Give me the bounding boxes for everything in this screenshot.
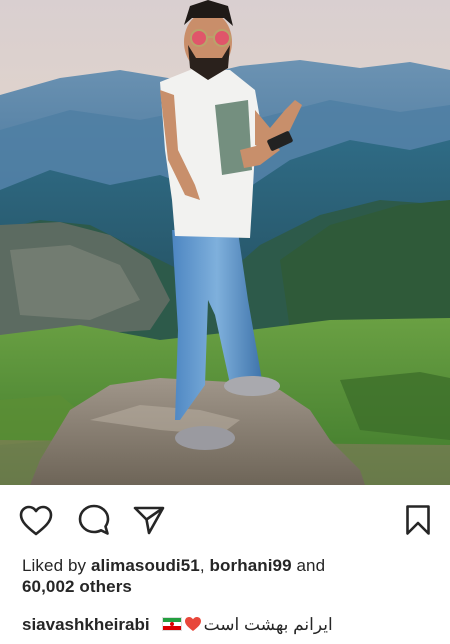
post-actions-bar bbox=[0, 485, 450, 553]
save-button[interactable] bbox=[400, 502, 436, 538]
next-caption-line-cut bbox=[0, 639, 450, 644]
likes-and: and bbox=[291, 556, 326, 575]
caption-username[interactable]: siavashkheirabi bbox=[22, 615, 150, 634]
share-button[interactable] bbox=[131, 502, 167, 538]
heart-emoji bbox=[184, 617, 201, 631]
likes-prefix: Liked by bbox=[22, 556, 91, 575]
paper-plane-icon bbox=[133, 506, 165, 535]
comment-icon bbox=[78, 504, 110, 535]
likes-summary: Liked by alimasoudi51, borhani99 and 60,… bbox=[22, 555, 432, 597]
post-photo-image bbox=[0, 0, 450, 485]
comment-button[interactable] bbox=[76, 502, 112, 538]
post-photo[interactable] bbox=[0, 0, 450, 485]
liked-by-user-2[interactable]: borhani99 bbox=[210, 556, 292, 575]
post-caption: siavashkheirabi ایرانم بهشت است bbox=[22, 614, 442, 636]
likes-separator: , bbox=[199, 556, 210, 575]
liked-by-user-1[interactable]: alimasoudi51 bbox=[91, 556, 200, 575]
iran-flag-emoji bbox=[161, 617, 182, 631]
heart-icon bbox=[19, 505, 53, 535]
bookmark-icon bbox=[406, 505, 430, 535]
like-button[interactable] bbox=[18, 502, 54, 538]
caption-text: ایرانم بهشت است bbox=[203, 615, 333, 634]
likes-others-count[interactable]: 60,002 others bbox=[22, 577, 132, 596]
